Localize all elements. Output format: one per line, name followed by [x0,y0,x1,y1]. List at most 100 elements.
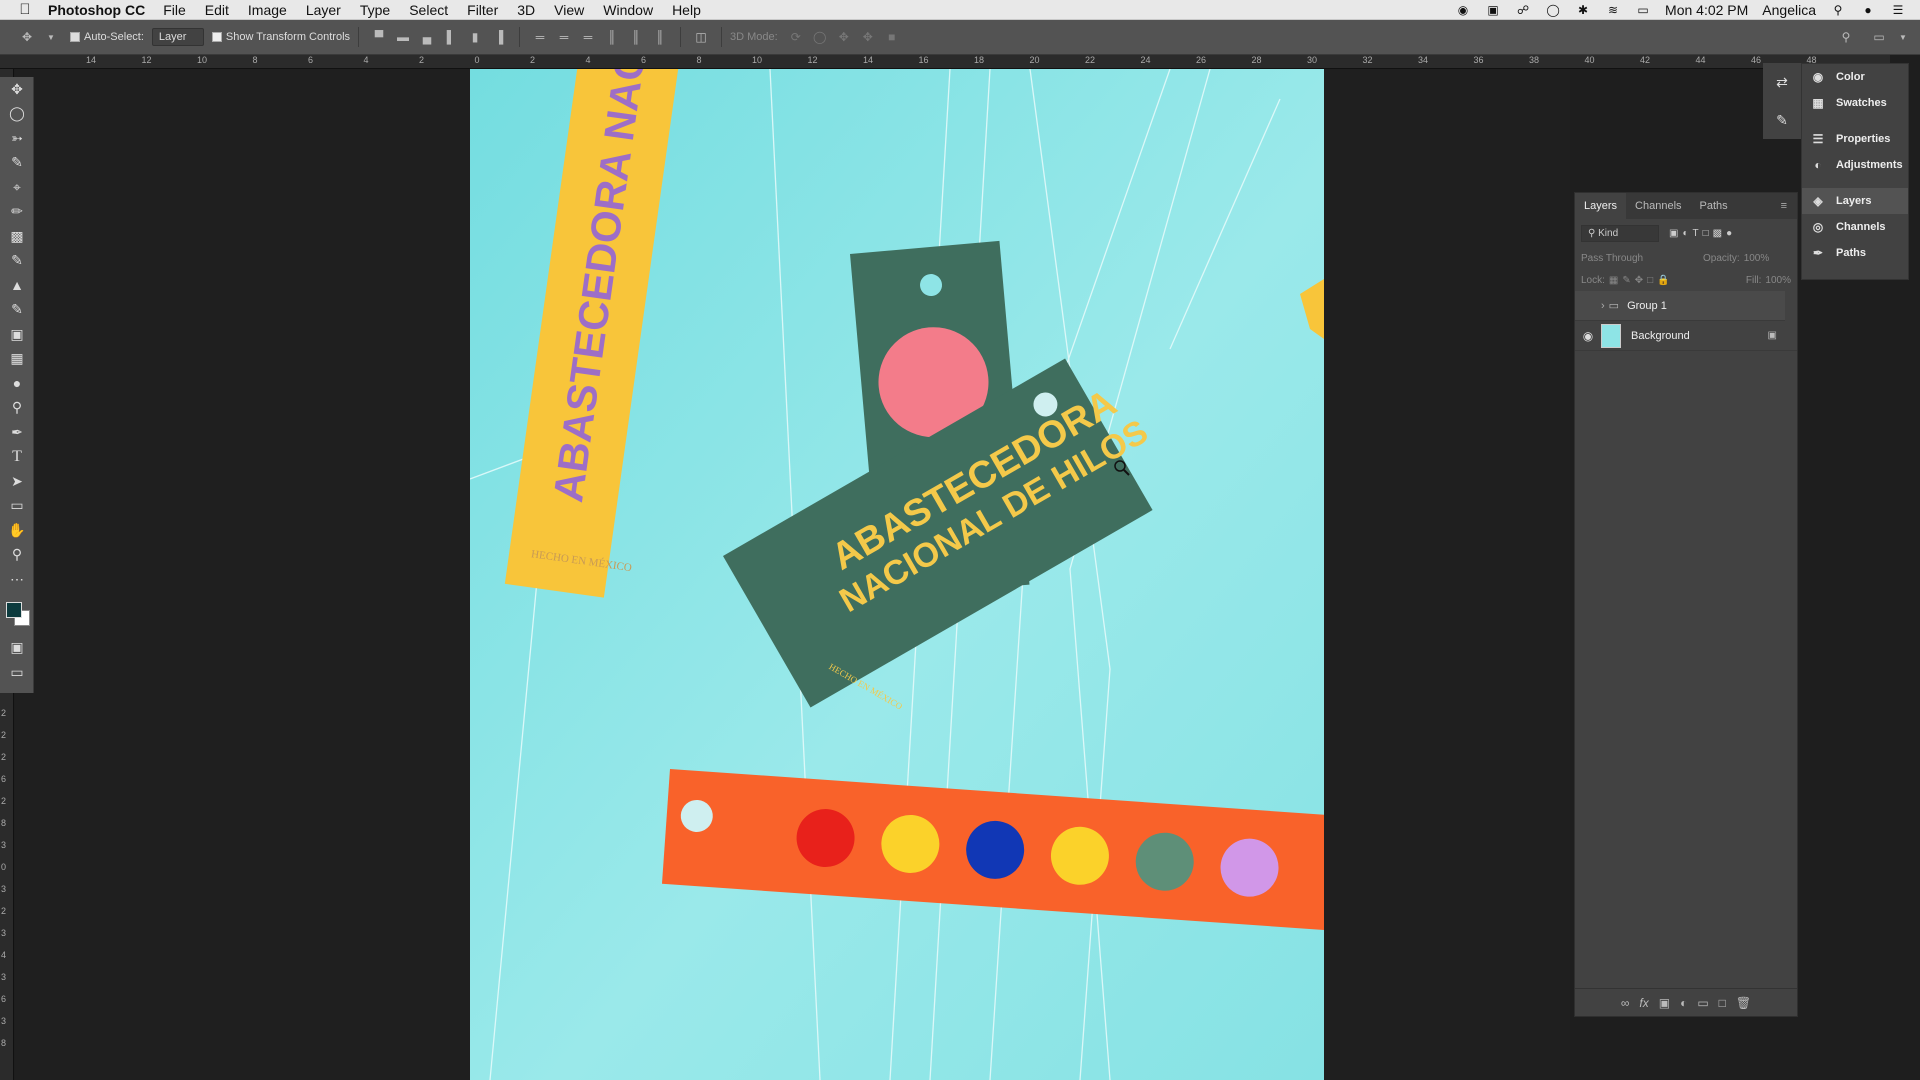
3d-rotate-icon[interactable]: ⟳ [787,28,805,46]
align-top-icon[interactable]: ▀ [370,28,388,46]
dodge-tool[interactable]: ⚲ [0,396,34,421]
panel-channels[interactable]: ◎ Channels [1802,214,1908,240]
zoom-tool[interactable]: ⚲ [0,543,34,568]
auto-select-dropdown[interactable]: Layer [151,28,204,46]
auto-align-icon[interactable]: ◫ [692,28,710,46]
lock-artboard-icon[interactable]: □ [1647,275,1653,286]
type-tool[interactable]: T [0,445,34,470]
marquee-tool[interactable]: ◯ [0,102,34,127]
bluetooth-icon[interactable]: ✱ [1575,3,1591,17]
horizontal-ruler[interactable]: 14 12 10 8 6 4 2 0 2 4 6 8 10 12 14 16 18 20 22 24 26 28 30 32 3… [0,55,1890,69]
menu-select[interactable]: Select [409,2,448,18]
menu-file[interactable]: File [163,2,186,18]
tab-channels[interactable]: Channels [1626,193,1690,219]
chevron-down-icon[interactable]: ▼ [42,28,60,46]
align-vcenter-icon[interactable]: ▬ [394,28,412,46]
show-transform-checkbox[interactable] [211,32,222,42]
distribute-left-icon[interactable]: ║ [603,28,621,46]
menu-type[interactable]: Type [360,2,390,18]
creative-cloud-icon[interactable]: ☍ [1515,3,1531,17]
menu-layer[interactable]: Layer [306,2,341,18]
display-icon[interactable]: ▣ [1485,3,1501,17]
chevron-right-icon[interactable]: › [1601,300,1605,312]
panel-adjustments[interactable]: ◐ Adjustments [1802,152,1908,178]
adjustment-layer-icon[interactable]: ◐ [1680,996,1687,1010]
eyedropper-tool[interactable]: ✏ [0,200,34,225]
lock-all-icon[interactable]: 🔒 [1657,275,1669,286]
move-tool-preset-icon[interactable]: ✥ [18,28,36,46]
menu-image[interactable]: Image [248,2,287,18]
trash-icon[interactable]: 🗑 [1736,996,1751,1010]
lasso-tool[interactable]: ➳ [0,126,34,151]
menu-3d[interactable]: 3D [517,2,535,18]
fx-icon[interactable]: fx [1639,996,1648,1010]
lock-paint-icon[interactable]: ✎ [1622,275,1630,286]
align-bottom-icon[interactable]: ▄ [418,28,436,46]
opacity-value[interactable]: 100% [1744,253,1770,264]
menu-edit[interactable]: Edit [205,2,229,18]
menu-help[interactable]: Help [672,2,701,18]
healing-tool[interactable]: ▩ [0,224,34,249]
filter-shape-icon[interactable]: □ [1703,228,1709,239]
pen-tool[interactable]: ✒ [0,420,34,445]
panel-properties[interactable]: ☰ Properties [1802,126,1908,152]
lock-pixels-icon[interactable]: ▦ [1609,275,1618,286]
filter-kind-dropdown[interactable]: ⚲ Kind [1581,224,1659,242]
new-group-icon[interactable]: ▭ [1697,996,1708,1010]
3d-slide-icon[interactable]: ✥ [859,28,877,46]
distribute-right-icon[interactable]: ║ [651,28,669,46]
spotlight-search-icon[interactable]: ⚲ [1830,3,1846,17]
brush-settings-icon[interactable]: ✎ [1763,101,1801,139]
shield-icon[interactable]: ◯ [1545,3,1561,17]
tab-layers[interactable]: Layers [1575,193,1627,219]
auto-select-checkbox[interactable] [70,32,80,42]
workspace-icon[interactable]: ▭ [1870,28,1888,46]
add-mask-icon[interactable]: ▣ [1659,996,1670,1010]
3d-drag-icon[interactable]: ✥ [835,28,853,46]
distribute-hcenter-icon[interactable]: ║ [627,28,645,46]
panel-menu-icon[interactable]: ≡ [1781,200,1787,212]
blur-tool[interactable]: ● [0,371,34,396]
filter-smart-object-icon[interactable]: ▩ [1713,228,1722,239]
lock-position-icon[interactable]: ✥ [1635,275,1643,286]
stamp-tool[interactable]: ▲ [0,273,34,298]
panel-layers[interactable]: ◈ Layers [1802,188,1908,214]
more-tools[interactable]: ⋯ [0,567,34,592]
menu-window[interactable]: Window [603,2,653,18]
brush-tool[interactable]: ✎ [0,249,34,274]
blend-mode-dropdown[interactable]: Pass Through [1581,253,1699,264]
record-icon[interactable]: ◉ [1455,3,1471,17]
panel-swatches[interactable]: ▦ Swatches [1802,90,1908,116]
layer-row-background[interactable]: ◉ Background ▣ [1575,321,1797,351]
align-right-icon[interactable]: ▐ [490,28,508,46]
filter-adjustment-icon[interactable]: ◐ [1682,228,1688,239]
history-brush-tool[interactable]: ✎ [0,298,34,323]
distribute-top-icon[interactable]: ═ [531,28,549,46]
distribute-bottom-icon[interactable]: ═ [579,28,597,46]
search-icon[interactable]: ⚲ [1837,28,1855,46]
filter-type-icon[interactable]: T [1693,228,1699,239]
menu-filter[interactable]: Filter [467,2,498,18]
airplay-icon[interactable]: ▭ [1635,3,1651,17]
align-hcenter-icon[interactable]: ▮ [466,28,484,46]
app-menu[interactable]: Photoshop CC [48,2,145,18]
hand-tool[interactable]: ✋ [0,518,34,543]
siri-icon[interactable]: ● [1860,3,1876,17]
quick-select-tool[interactable]: ✎ [0,151,34,176]
path-select-tool[interactable]: ➤ [0,469,34,494]
document-canvas[interactable]: ABASTECEDORA NACIONAL DE HILOS HECHO EN … [470,69,1324,1080]
link-layers-icon[interactable]: ∞ [1621,996,1630,1010]
filter-toggle-icon[interactable]: ● [1726,228,1732,239]
layer-row-group-1[interactable]: › ▭ Group 1 [1575,291,1785,321]
panel-paths[interactable]: ✒ Paths [1802,240,1908,266]
distribute-vcenter-icon[interactable]: ═ [555,28,573,46]
eraser-tool[interactable]: ▣ [0,322,34,347]
screen-mode-icon[interactable]: ▭ [0,660,34,685]
wifi-icon[interactable]: ≋ [1605,3,1621,17]
panel-color[interactable]: ◉ Color [1802,64,1908,90]
align-left-icon[interactable]: ▌ [442,28,460,46]
3d-scale-icon[interactable]: ■ [883,28,901,46]
eye-icon[interactable]: ◉ [1575,329,1601,343]
tab-paths[interactable]: Paths [1691,193,1737,219]
history-icon[interactable]: ⇄ [1763,63,1801,101]
